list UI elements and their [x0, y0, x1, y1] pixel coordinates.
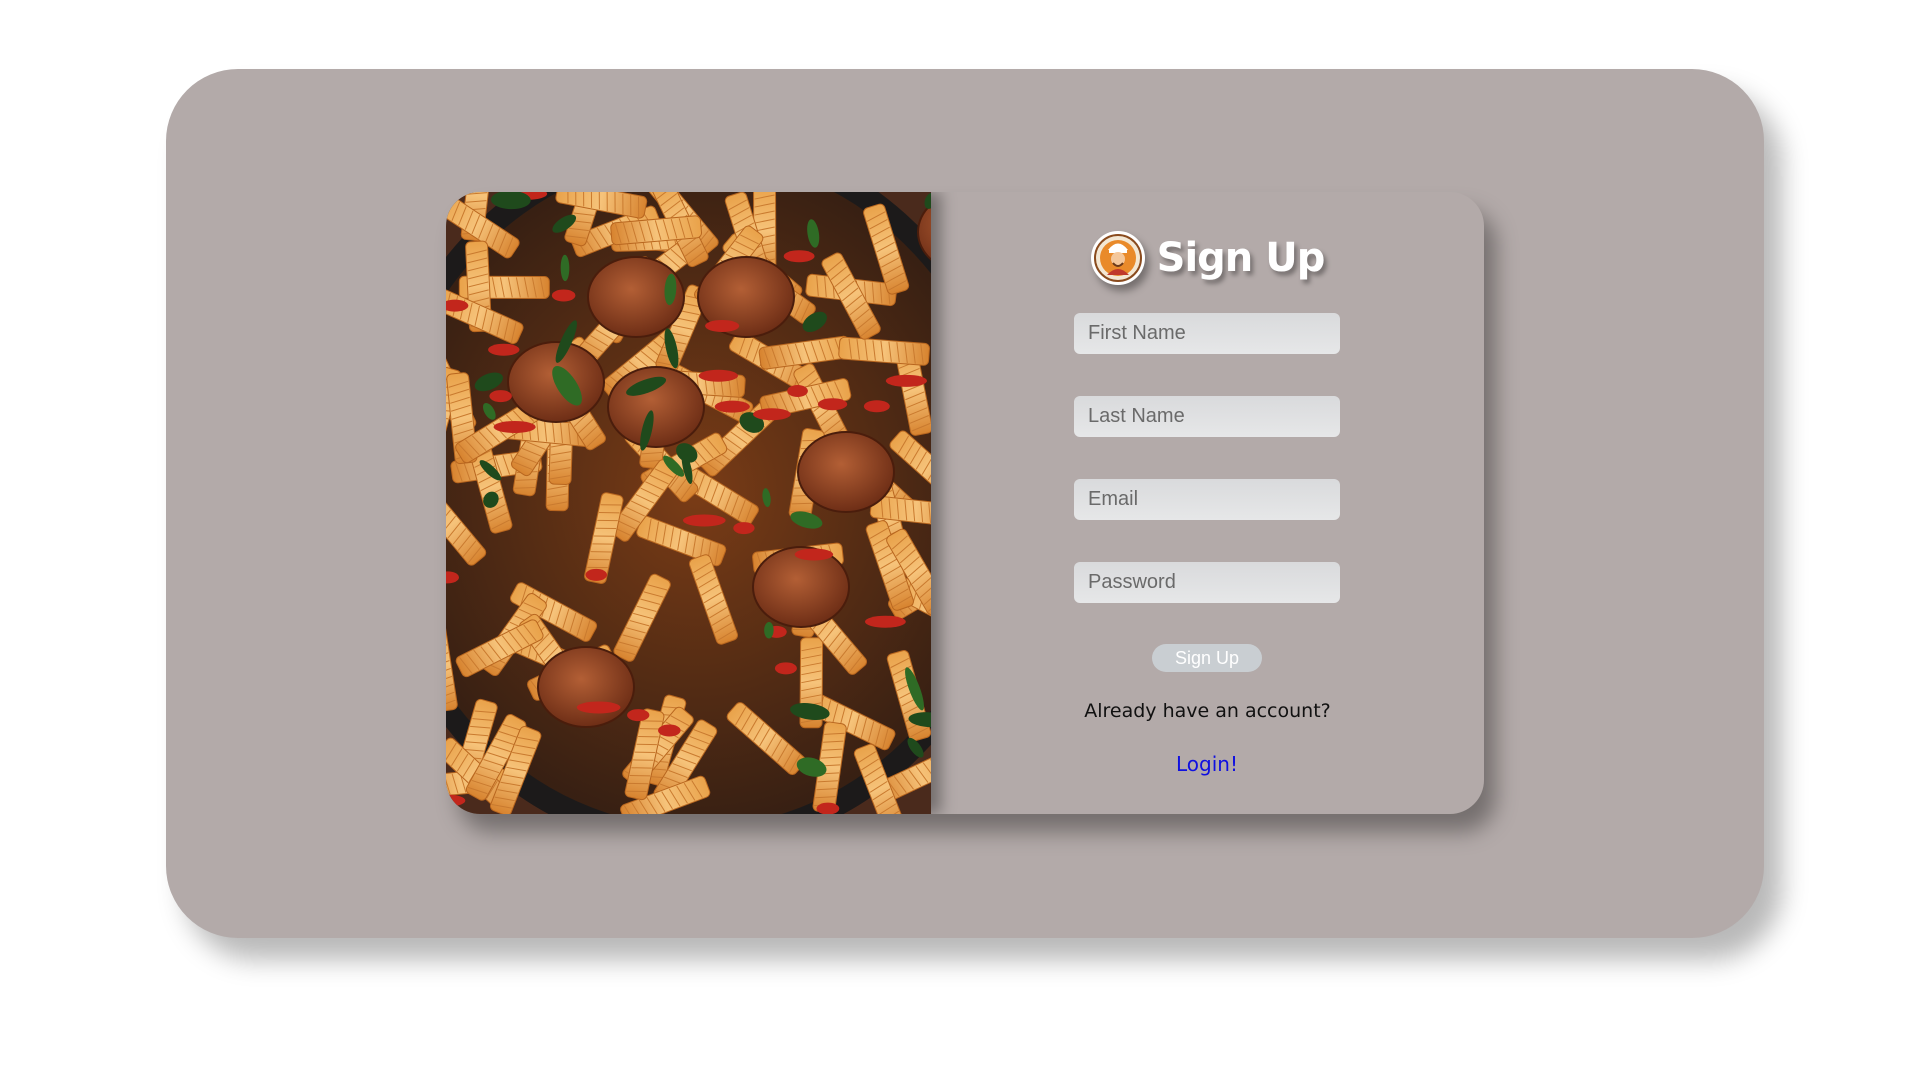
pasta-food-image [446, 192, 931, 814]
email-input[interactable] [1074, 479, 1340, 520]
password-input[interactable] [1074, 562, 1340, 603]
login-link[interactable]: Login! [1157, 752, 1257, 776]
chef-avatar-icon [1090, 231, 1145, 285]
first-name-input[interactable] [1074, 313, 1340, 354]
last-name-input[interactable] [1074, 396, 1340, 437]
signup-form: Sign Up Sign Up Already have an account?… [931, 192, 1484, 814]
form-heading: Sign Up [931, 228, 1484, 288]
signup-card: Sign Up Sign Up Already have an account?… [446, 192, 1484, 814]
page-title: Sign Up [1156, 235, 1326, 281]
already-have-account-text: Already have an account? [1084, 700, 1331, 722]
sign-up-button[interactable]: Sign Up [1152, 644, 1262, 672]
